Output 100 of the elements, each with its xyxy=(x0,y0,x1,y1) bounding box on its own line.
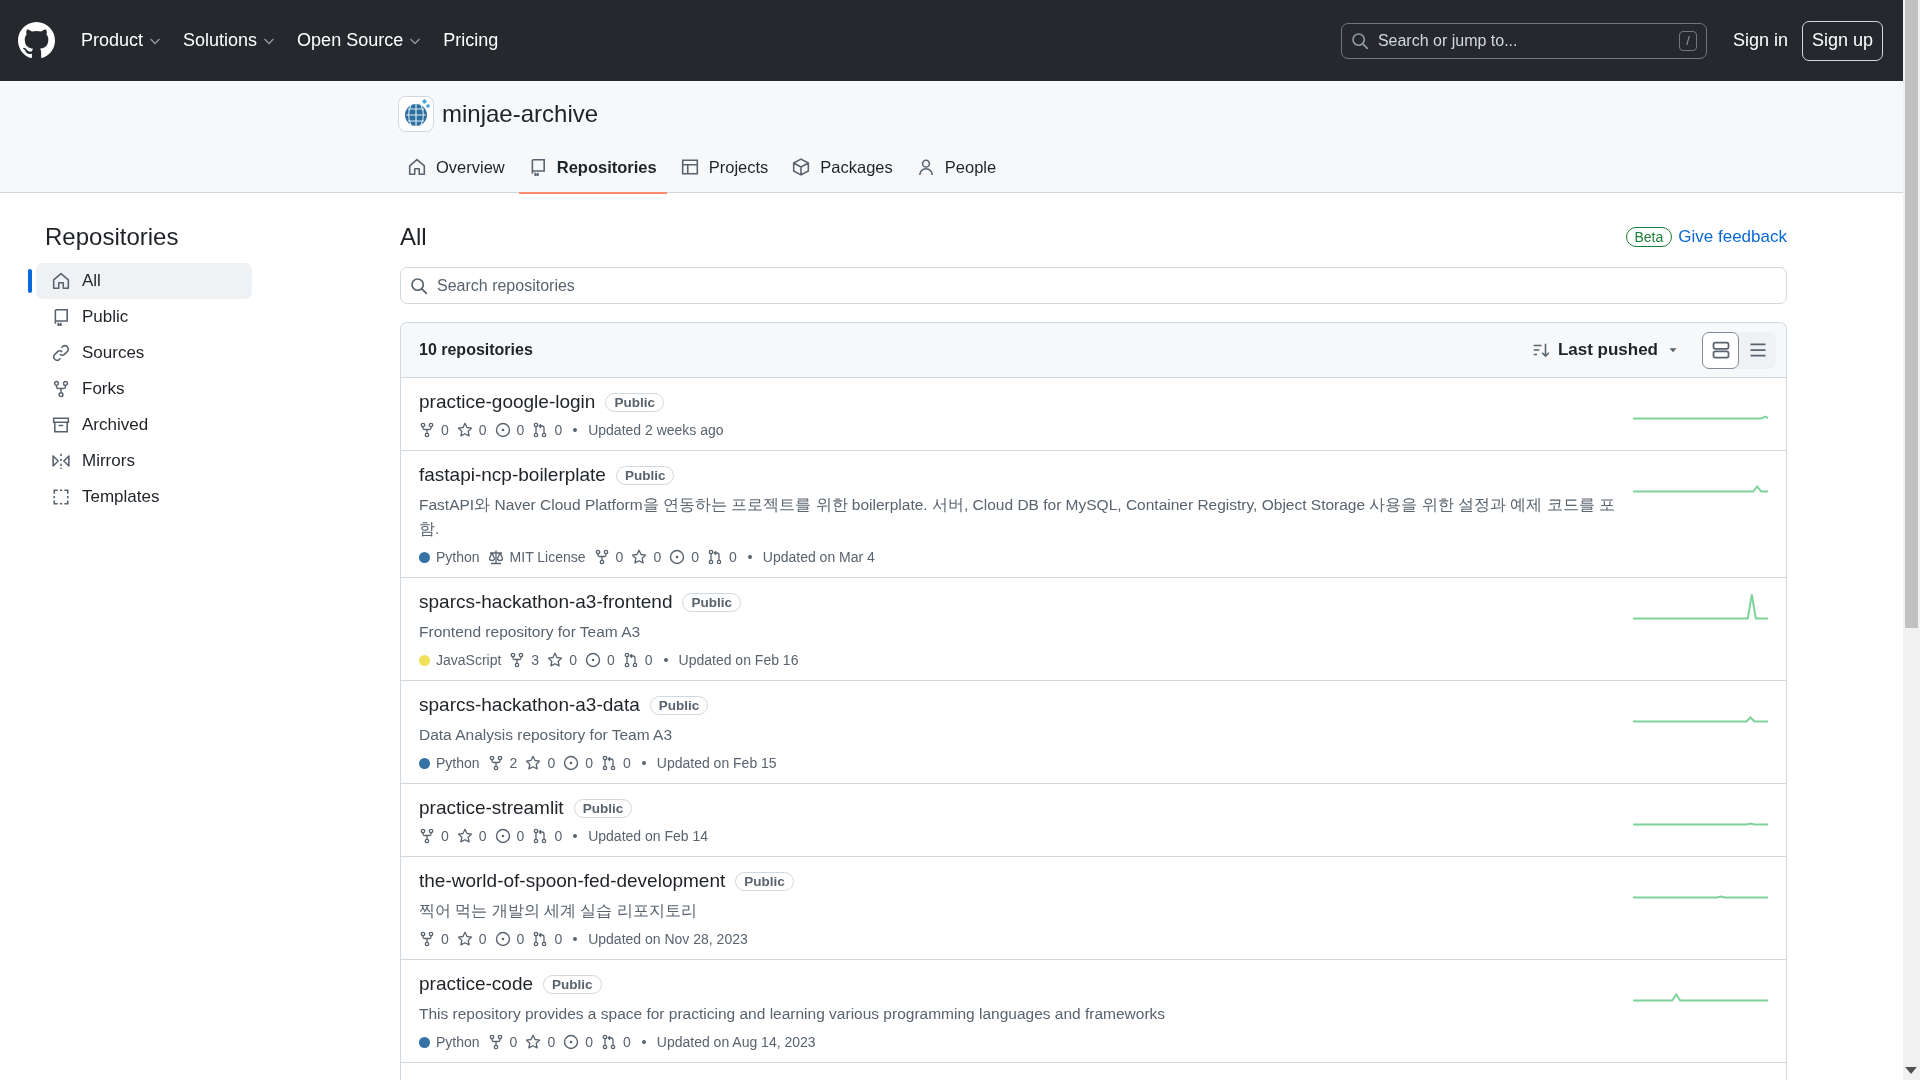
scroll-down-arrow-icon[interactable] xyxy=(1905,1067,1917,1074)
link-icon xyxy=(52,344,70,362)
separator-dot xyxy=(747,555,752,559)
pull-request-icon xyxy=(532,931,549,947)
octocat-logo-icon[interactable] xyxy=(18,22,55,59)
table-icon xyxy=(680,158,699,176)
repo-icon xyxy=(52,308,70,326)
star-icon xyxy=(547,652,564,668)
pull-request-count: 0 xyxy=(554,828,563,844)
repository-name-link[interactable]: practice-streamlit xyxy=(419,797,564,819)
license-name: MIT License xyxy=(509,549,586,565)
issue-count: 0 xyxy=(585,755,593,771)
pull-request-count: 0 xyxy=(644,652,653,668)
pull-request-count: 0 xyxy=(623,1034,631,1050)
scrollbar[interactable] xyxy=(1903,0,1920,1080)
repository-search-field[interactable]: Search repositories xyxy=(400,267,1787,304)
person-icon xyxy=(916,158,935,176)
language-name: Python xyxy=(436,1034,480,1050)
updated-time: Updated on Feb 14 xyxy=(588,828,709,844)
separator-dot xyxy=(573,834,578,838)
nav-menu-button[interactable]: Open Source xyxy=(297,30,424,51)
repository-name-link[interactable]: practice-google-login xyxy=(419,391,596,413)
sort-icon xyxy=(1531,341,1550,359)
scrollbar-thumb[interactable] xyxy=(1905,0,1918,628)
star-icon xyxy=(525,755,542,771)
keyboard-shortcut-key: / xyxy=(1679,30,1697,51)
issue-icon xyxy=(494,422,511,438)
separator-dot xyxy=(663,658,668,662)
fork-icon xyxy=(419,931,435,947)
sidebar-item[interactable]: Public xyxy=(36,299,252,335)
sidebar-heading: Repositories xyxy=(45,222,180,252)
sort-dropdown-button[interactable]: Last pushed xyxy=(1525,339,1686,361)
issue-icon xyxy=(584,652,601,668)
package-icon xyxy=(792,158,811,176)
sidebar-item[interactable]: Forks xyxy=(36,371,252,407)
repository-description: 찍어 먹는 개발의 세계 실습 리포지토리 xyxy=(419,901,698,921)
give-feedback-link[interactable]: Give feedback xyxy=(1678,227,1787,247)
organization-tab[interactable]: Projects xyxy=(670,151,779,194)
language-name: Python xyxy=(436,755,480,771)
repository-count: 10 repositories xyxy=(419,341,533,359)
organization-tab[interactable]: Overview xyxy=(398,151,515,194)
fork-icon xyxy=(419,422,435,438)
organization-name: minjae-archive xyxy=(442,100,599,128)
organization-tab[interactable]: Packages xyxy=(782,151,903,194)
fork-count: 2 xyxy=(509,755,518,771)
home-icon xyxy=(52,272,70,290)
fork-count: 0 xyxy=(615,549,624,565)
sign-up-button[interactable]: Sign up xyxy=(1801,20,1883,61)
updated-time: Updated on Aug 14, 2023 xyxy=(656,1034,816,1050)
sign-in-link[interactable]: Sign in xyxy=(1732,30,1788,51)
repository-name-link[interactable]: sparcs-hackathon-a3-frontend xyxy=(419,591,673,613)
issue-count: 0 xyxy=(516,828,525,844)
pull-request-icon xyxy=(532,828,549,844)
organization-tab[interactable]: Repositories xyxy=(518,151,667,194)
card-view-button[interactable] xyxy=(1702,331,1739,369)
repository-name-link[interactable]: the-world-of-spoon-fed-development xyxy=(419,870,726,892)
cards-icon xyxy=(1710,340,1731,360)
sidebar-item[interactable]: Templates xyxy=(36,479,252,515)
pull-request-icon xyxy=(601,755,617,771)
issue-count: 0 xyxy=(516,931,525,947)
fork-count: 0 xyxy=(509,1034,518,1050)
separator-dot xyxy=(641,1040,646,1044)
issue-icon xyxy=(494,828,511,844)
issue-count: 0 xyxy=(516,422,525,438)
repository-name-link[interactable]: sparcs-hackathon-a3-data xyxy=(419,694,640,716)
star-count: 0 xyxy=(478,422,487,438)
star-count: 0 xyxy=(478,828,487,844)
organization-tab[interactable]: People xyxy=(906,151,1007,194)
pull-request-icon xyxy=(601,1034,617,1050)
sidebar-item[interactable]: Mirrors xyxy=(36,443,252,479)
fork-icon xyxy=(509,652,526,668)
nav-menu-button[interactable]: Product xyxy=(81,30,164,51)
fork-icon xyxy=(419,828,435,844)
star-icon xyxy=(631,549,648,565)
repository-name-link[interactable]: practice-code xyxy=(419,973,534,995)
issue-icon xyxy=(669,549,686,565)
template-icon xyxy=(52,488,70,506)
star-icon xyxy=(456,828,473,844)
updated-time: Updated 2 weeks ago xyxy=(588,422,724,438)
sidebar-item[interactable]: Sources xyxy=(36,335,252,371)
search-icon xyxy=(1350,31,1369,50)
language-name: Python xyxy=(436,549,480,565)
nav-menu-button[interactable]: Pricing xyxy=(443,30,499,51)
archive-icon xyxy=(52,416,70,434)
pull-request-count: 0 xyxy=(554,422,563,438)
fork-count: 0 xyxy=(441,422,449,438)
sidebar-item[interactable]: Archived xyxy=(36,407,252,443)
issue-icon xyxy=(563,755,580,771)
fork-count: 3 xyxy=(531,652,540,668)
nav-menu-button[interactable]: Solutions xyxy=(183,30,278,51)
updated-time: Updated on Mar 4 xyxy=(762,549,875,565)
fork-count: 0 xyxy=(441,931,449,947)
updated-time: Updated on Nov 28, 2023 xyxy=(588,931,748,947)
repository-name-link[interactable]: fastapi-ncp-boilerplate xyxy=(419,464,606,486)
updated-time: Updated on Feb 15 xyxy=(656,755,777,771)
separator-dot xyxy=(573,937,578,941)
star-icon xyxy=(456,422,473,438)
repository-description: This repository provides a space for practicing and learning various programming languages and frameworks xyxy=(419,1004,1167,1024)
fork-icon xyxy=(487,755,504,771)
organization-avatar-icon xyxy=(398,96,434,132)
